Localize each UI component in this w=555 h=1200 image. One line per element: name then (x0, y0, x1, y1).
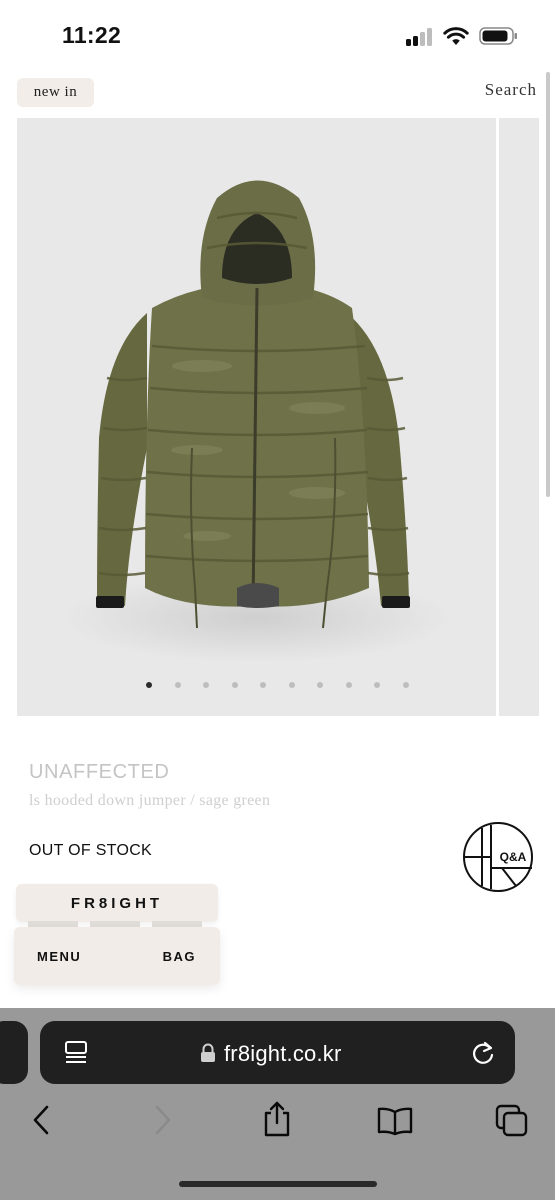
pagination-dot[interactable] (317, 682, 323, 688)
pagination-dot[interactable] (175, 682, 181, 688)
gallery-pagination (0, 682, 555, 694)
cellular-signal-icon (406, 28, 434, 46)
pagination-dot[interactable] (260, 682, 266, 688)
bag-button[interactable]: BAG (163, 949, 196, 964)
previous-tab-preview[interactable] (0, 1021, 28, 1084)
pagination-dot[interactable] (374, 682, 380, 688)
jacket-illustration (62, 180, 452, 663)
lock-icon (201, 1043, 215, 1062)
status-time: 11:22 (62, 22, 122, 48)
product-image[interactable] (17, 118, 496, 716)
pagination-dot[interactable] (232, 682, 238, 688)
site-logo[interactable]: FR8IGHT (16, 884, 218, 922)
pagination-dot[interactable] (146, 682, 152, 688)
back-icon[interactable] (30, 1104, 54, 1136)
qa-button[interactable]: Q&A (462, 822, 534, 892)
pagination-dot[interactable] (403, 682, 409, 688)
product-brand[interactable]: UNAFFECTED (29, 761, 169, 784)
wifi-icon (443, 27, 469, 45)
url-text[interactable]: fr8ight.co.kr (224, 1041, 342, 1067)
scroll-indicator (546, 72, 550, 497)
qa-logo-icon: Q&A (463, 822, 533, 892)
reader-mode-icon[interactable] (64, 1040, 88, 1064)
reload-icon[interactable] (471, 1040, 495, 1066)
home-indicator (179, 1181, 377, 1187)
search-link[interactable]: Search (485, 80, 537, 100)
bookmarks-icon[interactable] (376, 1106, 414, 1136)
share-icon[interactable] (261, 1100, 293, 1138)
battery-icon (479, 27, 517, 45)
forward-icon[interactable] (150, 1104, 174, 1136)
tabs-icon[interactable] (494, 1103, 530, 1139)
new-in-button[interactable]: new in (17, 78, 94, 107)
pagination-dot[interactable] (289, 682, 295, 688)
status-bar: 11:22 (0, 0, 555, 72)
pagination-dot[interactable] (203, 682, 209, 688)
menu-button[interactable]: MENU (37, 949, 81, 964)
floating-nav-card: MENU BAG (14, 927, 220, 985)
qa-logo-text: Q&A (500, 850, 527, 864)
next-product-image[interactable] (499, 118, 539, 716)
pagination-dot[interactable] (346, 682, 352, 688)
product-name: ls hooded down jumper / sage green (29, 792, 271, 809)
stock-status: OUT OF STOCK (29, 842, 153, 859)
